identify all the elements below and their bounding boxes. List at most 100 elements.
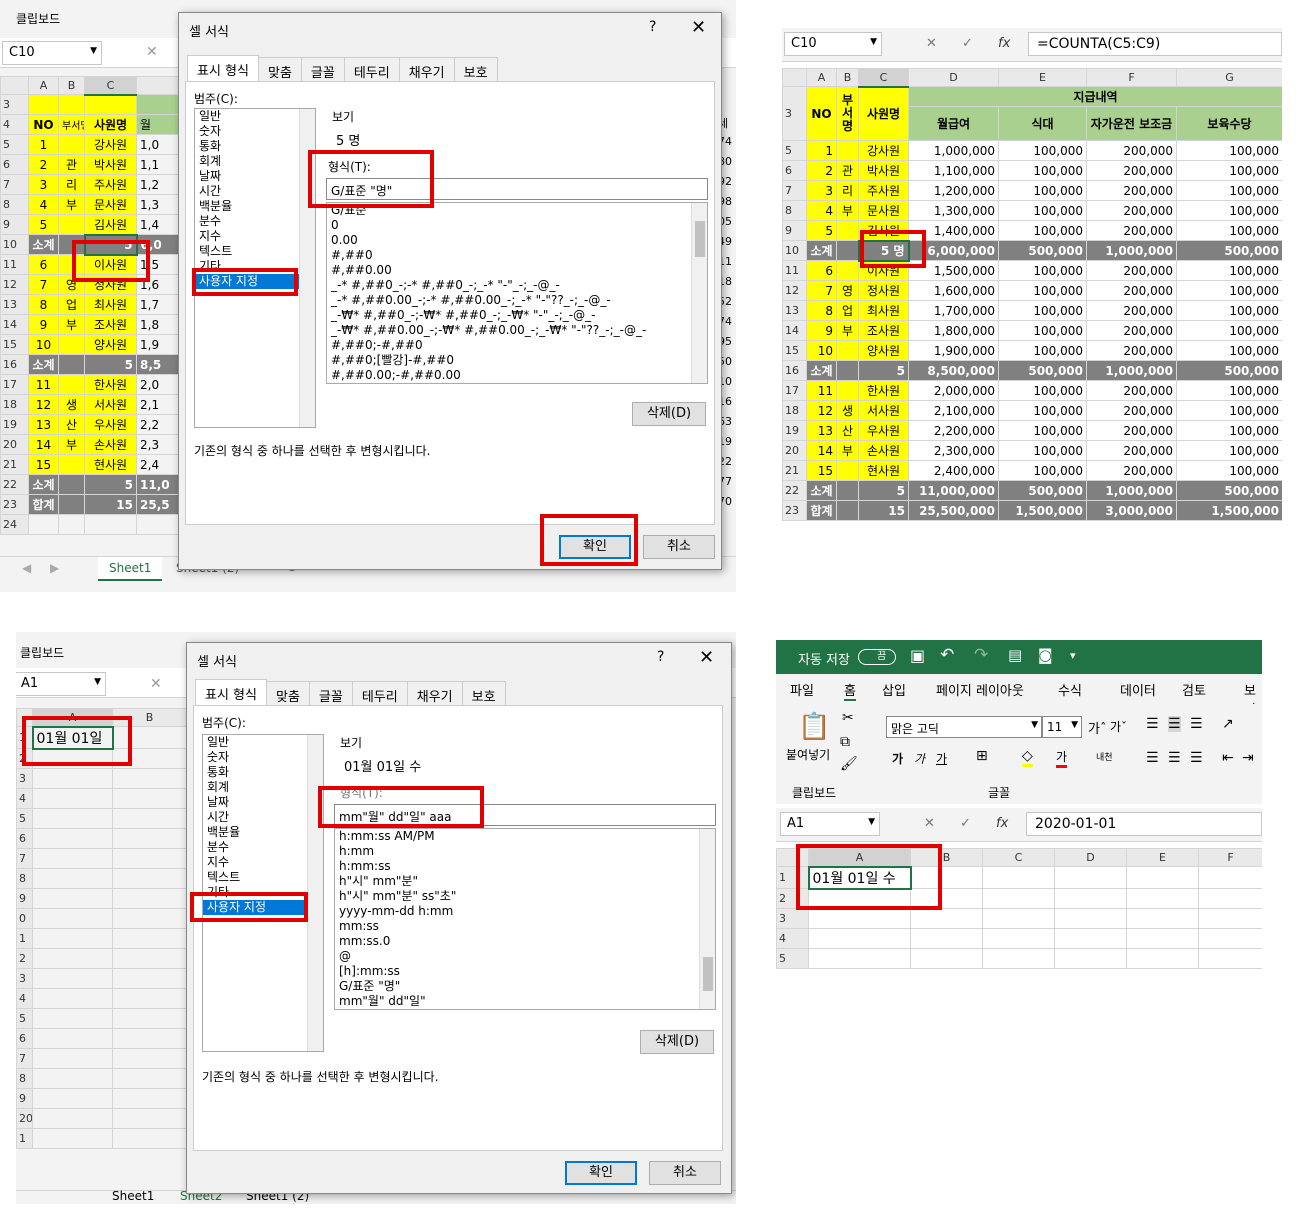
sheet-grid[interactable]: A B C D E F G 3 NO 부서명 사원명 지급내역 월급여 식대 자가운전 보조금 보육수당 5 1 강… [782,68,1282,521]
cancel-icon[interactable]: ✕ [924,816,935,831]
cell[interactable] [910,908,983,929]
cell-no[interactable]: 소계 [806,240,837,261]
cell-a8[interactable] [32,868,113,889]
sheet-tab-sheet1[interactable]: Sheet1 [98,557,163,581]
cell-no[interactable]: 13 [806,420,837,441]
cell-no[interactable]: 3 [28,174,59,195]
cell-no[interactable]: 소계 [28,354,59,375]
cancel-icon[interactable]: ✕ [150,676,162,692]
cell-salary[interactable] [136,94,181,115]
cell-salary[interactable]: 1,4 [136,214,181,235]
format-scroll-thumb[interactable] [695,221,705,257]
cell-g[interactable]: 100,000 [1176,400,1282,421]
cell-no[interactable]: 11 [28,374,59,395]
row-header[interactable]: 11 [0,254,29,275]
header-name[interactable]: 사원명 [858,86,909,141]
cell-b17[interactable] [112,1048,187,1069]
cell-f[interactable]: 200,000 [1086,180,1177,201]
cell-f[interactable]: 200,000 [1086,440,1177,461]
row-header[interactable]: 6 [0,154,29,175]
ok-button[interactable]: 확인 [565,1161,637,1185]
cell-g[interactable]: 100,000 [1176,380,1282,401]
menu-tab-4[interactable]: 수식 [1058,680,1082,699]
cell-dept[interactable] [58,354,85,375]
customize-toolbar-icon[interactable]: ▾ [1070,649,1076,662]
row-header[interactable]: 16 [782,360,807,381]
cell-no[interactable]: 6 [806,260,837,281]
cell-dept[interactable]: 산 [58,414,85,435]
cell-name[interactable]: 사원명 [84,114,137,135]
cell-dept[interactable] [58,214,85,235]
row-header[interactable]: 16 [0,354,29,375]
cell-e[interactable]: 100,000 [998,340,1087,361]
column-header-f[interactable]: F [1086,68,1177,87]
cell-d[interactable]: 2,000,000 [908,380,999,401]
format-item[interactable]: #,##0;-#,##0 [327,338,707,353]
column-header-e[interactable]: E [1126,848,1199,867]
formula-input[interactable]: =COUNTA(C5:C9) [1028,32,1282,56]
format-item[interactable]: h:mm:ss AM/PM [335,829,715,844]
cell-e[interactable]: 100,000 [998,200,1087,221]
cell[interactable] [982,928,1055,949]
cell-name[interactable]: 손사원 [858,440,909,461]
cell-no[interactable] [28,514,59,535]
cell-name[interactable]: 강사원 [858,140,909,161]
cut-icon[interactable]: ✂ [842,710,854,726]
cell-dept[interactable]: 리 [836,180,859,201]
category-item[interactable]: 통화 [203,765,323,780]
menu-tab-1[interactable]: 홈 [844,680,856,701]
cell-d[interactable]: 1,700,000 [908,300,999,321]
cell-a12[interactable] [32,948,113,969]
column-header-e[interactable]: E [998,68,1087,87]
row-header[interactable]: 17 [782,380,807,401]
cell-g[interactable]: 100,000 [1176,340,1282,361]
cell-a21[interactable] [32,1128,113,1149]
cell-no[interactable]: 9 [806,320,837,341]
cell-g[interactable]: 100,000 [1176,300,1282,321]
cell-dept[interactable]: 부 [836,440,859,461]
column-header-f[interactable]: F [1198,848,1262,867]
cell-no[interactable]: 13 [28,414,59,435]
cell-g[interactable]: 100,000 [1176,160,1282,181]
cell-b12[interactable] [112,948,187,969]
paste-icon[interactable]: 📋 [798,712,830,742]
bold-icon[interactable]: 가 [892,750,903,767]
cell[interactable] [1126,928,1199,949]
cell-no[interactable]: 10 [28,334,59,355]
cell-dept[interactable]: 생 [58,394,85,415]
chevron-down-icon[interactable]: ▼ [90,46,97,56]
cell[interactable] [1126,888,1199,909]
format-item[interactable]: #,##0.00;-#,##0.00 [327,368,707,383]
cell-name[interactable] [84,514,137,535]
cell-f[interactable]: 200,000 [1086,420,1177,441]
format-item[interactable]: h:mm [335,844,715,859]
cell-a5[interactable] [32,808,113,829]
cell-no[interactable]: 5 [806,220,837,241]
cell-b16[interactable] [112,1028,187,1049]
cell[interactable] [1054,866,1127,889]
cell-e[interactable]: 100,000 [998,280,1087,301]
cell-no[interactable]: 소계 [806,360,837,381]
category-item[interactable]: 일반 [195,109,315,124]
cell-d[interactable]: 2,200,000 [908,420,999,441]
cell[interactable] [982,866,1055,889]
cell-salary[interactable]: 2,1 [136,394,181,415]
column-header-a[interactable]: A [28,76,59,95]
cell-no[interactable]: 소계 [806,480,837,501]
cell-b8[interactable] [112,868,187,889]
cell-g[interactable]: 1,500,000 [1176,500,1282,521]
cell-b10[interactable] [112,908,187,929]
cell-dept[interactable]: 업 [836,300,859,321]
format-item[interactable]: 0 [327,218,707,233]
align-bottom-icon[interactable]: ☰ [1190,716,1203,732]
header-e[interactable]: 식대 [998,106,1087,141]
cell-g[interactable]: 100,000 [1176,420,1282,441]
row-header[interactable]: 17 [0,374,29,395]
format-item[interactable]: #,##0;[빨강]-#,##0 [327,353,707,368]
cell[interactable] [1198,908,1262,929]
select-all-corner[interactable] [0,76,29,95]
undo-icon[interactable]: ↶ [940,645,954,665]
cell-salary[interactable]: 1,1 [136,154,181,175]
cell-no[interactable]: 7 [28,274,59,295]
category-item[interactable]: 날짜 [203,795,323,810]
